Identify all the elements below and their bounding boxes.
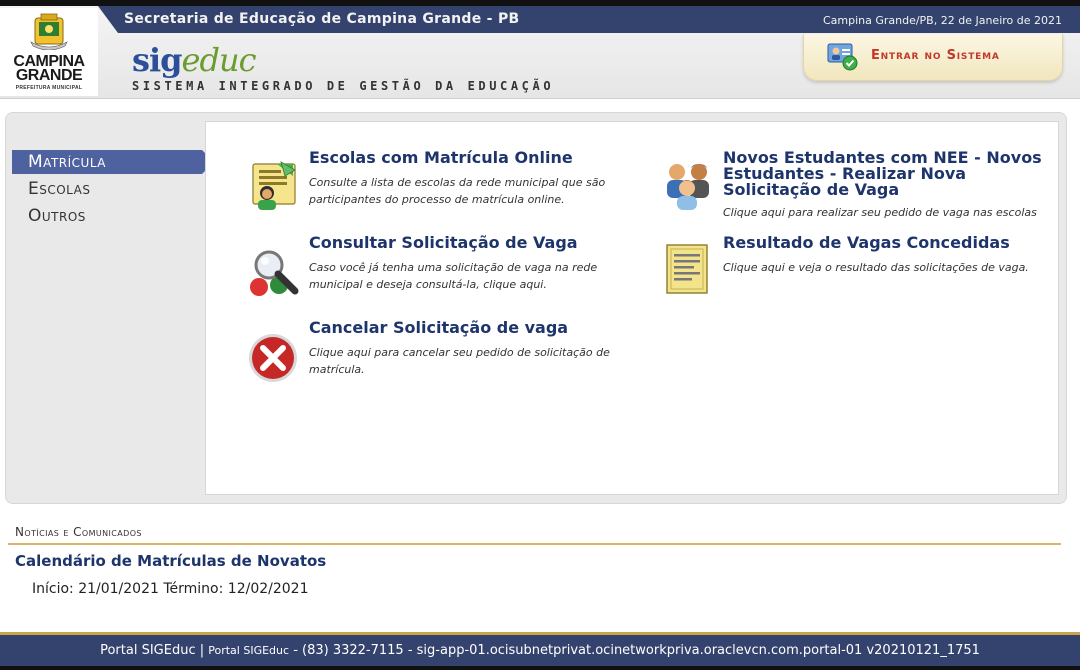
item-resultado-vagas-title[interactable]: Resultado de Vagas Concedidas — [723, 235, 1010, 251]
item-consultar-vaga-desc: Caso você já tenha uma solicitação de va… — [309, 261, 598, 291]
item-consultar-vaga-title[interactable]: Consultar Solicitação de Vaga — [309, 235, 578, 251]
students-group-icon[interactable] — [661, 158, 717, 214]
cancel-icon[interactable] — [247, 328, 303, 384]
news-title[interactable]: Calendário de Matrículas de Novatos — [15, 552, 326, 570]
city-crest-icon — [30, 13, 68, 50]
item-escolas-online-title[interactable]: Escolas com Matrícula Online — [309, 150, 573, 166]
sigeduc-logo[interactable]: sigeduc — [132, 44, 256, 76]
secretaria-title: Secretaria de Educação de Campina Grande… — [124, 11, 520, 27]
magnifier-icon[interactable] — [247, 243, 303, 299]
login-button[interactable]: Entrar no Sistema — [803, 34, 1063, 81]
bottom-border — [0, 666, 1080, 670]
news-dates: Início: 21/01/2021 Término: 12/02/2021 — [32, 581, 309, 597]
item-novos-estudantes-title[interactable]: Novos Estudantes com NEE - Novos Estudan… — [723, 150, 1043, 198]
news-divider — [8, 543, 1061, 545]
footer-contact-info: - (83) 3322-7115 - sig-app-01.ocisubnetp… — [293, 643, 980, 658]
header-date: Campina Grande/PB, 22 de Janeiro de 2021 — [822, 14, 1062, 27]
footer-text: Portal SIGEduc | Portal SIGEduc - (83) 3… — [0, 643, 1080, 658]
system-subtitle: SISTEMA INTEGRADO DE GESTÃO DA EDUCAÇÃO — [132, 79, 555, 93]
logo-text-line3: PREFEITURA MUNICIPAL — [15, 85, 83, 91]
item-cancelar-vaga-desc: Clique aqui para cancelar seu pedido de … — [309, 346, 610, 376]
news-section-label: Notícias e Comunicados — [15, 525, 142, 539]
item-escolas-online-desc: Consulte a lista de escolas da rede muni… — [309, 176, 606, 206]
login-label: Entrar no Sistema — [871, 48, 1000, 63]
document-list-icon[interactable] — [661, 241, 717, 297]
logo-text-line2: GRANDE — [15, 67, 83, 84]
sidebar-menu: Matrícula Escolas Outros — [12, 150, 214, 231]
user-card-check-icon — [827, 43, 858, 71]
sidebar-item-matricula[interactable]: Matrícula — [12, 150, 214, 174]
sidebar-item-escolas[interactable]: Escolas — [12, 177, 202, 201]
item-resultado-vagas-desc: Clique aqui e veja o resultado das solic… — [723, 261, 1029, 274]
footer-portal-small: Portal SIGEduc — [208, 644, 290, 657]
footer-portal-link[interactable]: Portal SIGEduc | — [100, 643, 204, 658]
campina-grande-logo[interactable]: CAMPINA GRANDE PREFEITURA MUNICIPAL — [0, 8, 98, 96]
page-header: CAMPINA GRANDE PREFEITURA MUNICIPAL Secr… — [0, 6, 1080, 99]
sidebar-item-outros[interactable]: Outros — [12, 204, 202, 228]
page-footer: Portal SIGEduc | Portal SIGEduc - (83) 3… — [0, 632, 1080, 666]
sigeduc-logo-sig: sig — [132, 41, 183, 79]
sigeduc-logo-educ: educ — [181, 41, 257, 79]
school-list-icon[interactable] — [247, 158, 303, 214]
item-novos-estudantes-desc: Clique aqui para realizar seu pedido de … — [723, 206, 1037, 219]
item-cancelar-vaga-title[interactable]: Cancelar Solicitação de vaga — [309, 320, 568, 336]
